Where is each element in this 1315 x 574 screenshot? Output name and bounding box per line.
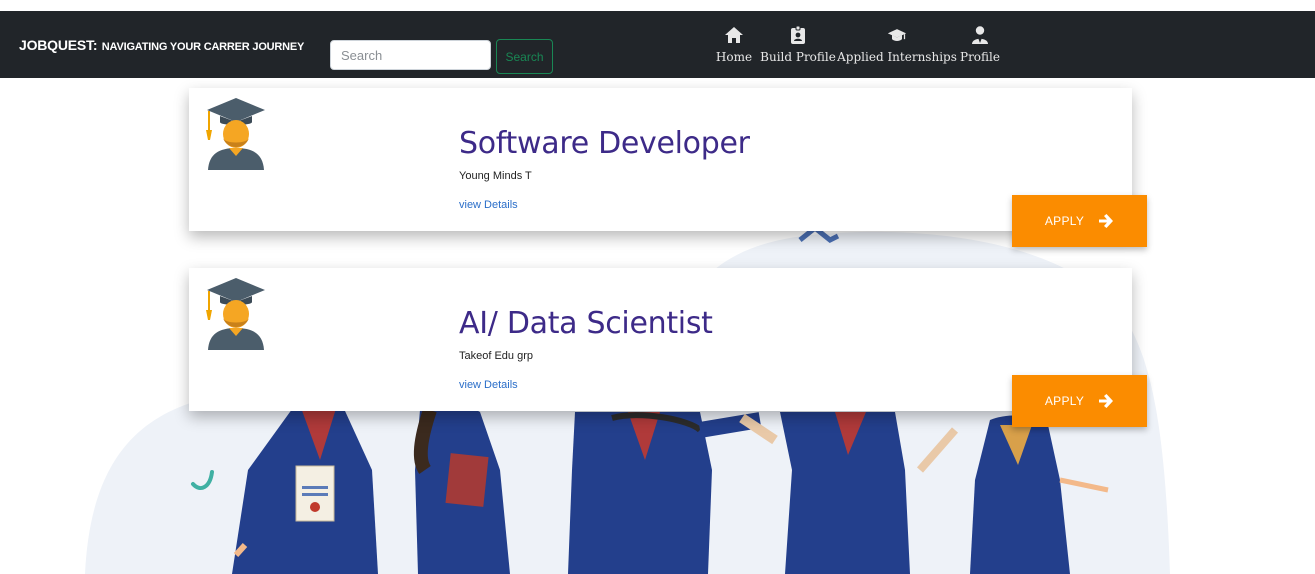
- graduate-avatar-icon: [206, 98, 265, 170]
- nav-item-label: Profile: [960, 50, 1000, 64]
- id-badge-icon: [791, 25, 805, 44]
- apply-button[interactable]: APPLY: [1012, 375, 1147, 427]
- job-card: Software Developer Young Minds T view De…: [189, 88, 1132, 231]
- nav-item-label: Home: [715, 50, 753, 64]
- company-name: Takeof Edu grp: [459, 350, 533, 362]
- graduate-avatar-icon: [206, 278, 265, 350]
- apply-label: APPLY: [1044, 214, 1085, 228]
- nav-item-label: Build Profile: [760, 50, 836, 64]
- search-button[interactable]: Search: [496, 39, 553, 74]
- apply-label: APPLY: [1044, 394, 1085, 408]
- arrow-right-icon: [1099, 214, 1114, 228]
- job-title: AI/ Data Scientist: [459, 306, 713, 341]
- nav-item-home[interactable]: Home: [715, 23, 753, 75]
- apply-button[interactable]: APPLY: [1012, 195, 1147, 247]
- brand-logo-text[interactable]: JOBQUEST: NAVIGATING YOUR CARRER JOURNEY: [19, 37, 304, 55]
- job-title: Software Developer: [459, 126, 750, 161]
- home-icon: [725, 27, 743, 43]
- view-details-link[interactable]: view Details: [459, 379, 518, 391]
- user-tie-icon: [972, 26, 988, 44]
- graduation-cap-icon: [887, 29, 907, 42]
- nav-item-label: Applied Internships: [837, 50, 957, 64]
- arrow-right-icon: [1099, 394, 1114, 408]
- job-card: AI/ Data Scientist Takeof Edu grp view D…: [189, 268, 1132, 411]
- nav-item-applied-internships[interactable]: Applied Internships: [837, 23, 957, 75]
- brand-sub: NAVIGATING YOUR CARRER JOURNEY: [101, 41, 305, 53]
- nav-item-profile[interactable]: Profile: [960, 23, 1000, 75]
- brand-main: JOBQUEST:: [19, 37, 98, 53]
- view-details-link[interactable]: view Details: [459, 199, 518, 211]
- company-name: Young Minds T: [459, 170, 532, 182]
- search-input[interactable]: [330, 40, 491, 70]
- top-navbar: JOBQUEST: NAVIGATING YOUR CARRER JOURNEY…: [0, 11, 1315, 78]
- nav-item-build-profile[interactable]: Build Profile: [760, 23, 836, 75]
